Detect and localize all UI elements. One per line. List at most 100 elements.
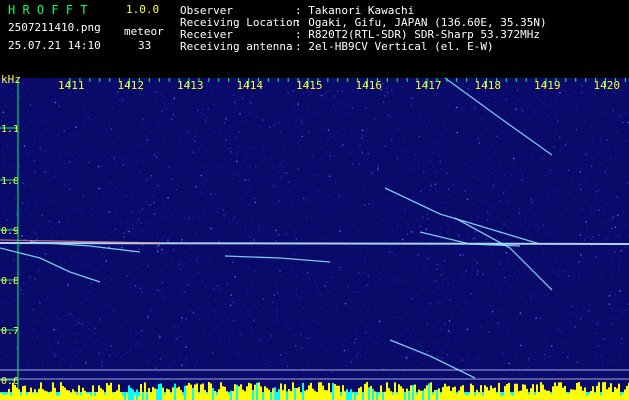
level-bar <box>10 395 12 400</box>
level-bar <box>274 387 276 400</box>
level-bar <box>176 387 178 400</box>
level-bar <box>106 383 108 400</box>
level-bar <box>366 382 368 400</box>
level-bar <box>556 385 558 400</box>
level-bar <box>76 394 78 400</box>
level-bar <box>470 383 472 400</box>
level-bar <box>248 382 250 400</box>
level-bar <box>328 382 330 400</box>
level-bar <box>158 383 160 400</box>
level-bar <box>572 389 574 400</box>
level-bar <box>170 393 172 400</box>
level-bar <box>122 395 124 400</box>
level-bar <box>402 388 404 400</box>
date-time: 25.07.21 14:10 <box>8 39 101 52</box>
level-bar <box>224 386 226 400</box>
level-bar <box>412 385 414 400</box>
level-bar <box>378 394 380 400</box>
level-bar <box>270 394 272 400</box>
level-bar <box>88 393 90 400</box>
level-bar <box>562 387 564 400</box>
info-value-antenna: : 2el-HB9CV Vertical (el. E-W) <box>295 40 494 53</box>
level-bar <box>524 384 526 400</box>
x-tick-label: 1416 <box>356 79 383 92</box>
info-label-antenna: Receiving antenna <box>180 40 293 53</box>
level-bar <box>546 390 548 400</box>
level-bar <box>384 391 386 400</box>
level-bar <box>416 394 418 400</box>
level-bar <box>522 384 524 400</box>
level-bar <box>156 389 158 400</box>
level-bar <box>488 390 490 400</box>
level-bar <box>320 382 322 400</box>
level-bar <box>442 387 444 400</box>
level-bar <box>600 395 602 400</box>
level-bar <box>12 382 14 400</box>
level-bar <box>238 386 240 400</box>
level-bar <box>352 392 354 400</box>
level-bar <box>394 382 396 400</box>
level-bar <box>554 382 556 400</box>
level-bar <box>438 388 440 400</box>
x-tick-label: 1419 <box>534 79 561 92</box>
level-bar <box>604 382 606 400</box>
level-bar <box>4 395 6 400</box>
level-bar <box>240 384 242 400</box>
level-bar <box>20 395 22 400</box>
level-bar <box>120 392 122 400</box>
level-bar <box>218 389 220 400</box>
level-bar <box>252 389 254 400</box>
level-bar <box>154 388 156 400</box>
level-bar <box>144 382 146 400</box>
level-bar <box>570 389 572 400</box>
level-bar <box>138 395 140 400</box>
level-bar <box>244 391 246 400</box>
level-bar <box>510 394 512 400</box>
level-bar <box>530 388 532 400</box>
level-bar <box>308 385 310 400</box>
level-bar <box>104 394 106 400</box>
level-bar <box>256 382 258 400</box>
level-bar <box>538 392 540 400</box>
level-bar <box>494 387 496 400</box>
level-bar <box>542 384 544 400</box>
level-bar <box>22 386 24 400</box>
level-bar <box>490 385 492 400</box>
level-bar <box>480 385 482 400</box>
level-bar <box>380 385 382 400</box>
level-bar <box>212 388 214 400</box>
level-bar <box>64 387 66 400</box>
level-bar <box>544 389 546 400</box>
level-bar <box>368 387 370 400</box>
level-bar <box>146 392 148 400</box>
level-bar <box>50 391 52 400</box>
level-bar <box>34 389 36 400</box>
level-bar <box>84 390 86 400</box>
level-bar <box>214 391 216 400</box>
level-bar <box>484 385 486 400</box>
level-bar <box>390 391 392 400</box>
level-bar <box>6 394 8 400</box>
level-bar <box>534 394 536 400</box>
level-bar <box>226 391 228 400</box>
level-bar <box>586 395 588 400</box>
level-bar <box>334 384 336 400</box>
level-bar <box>564 385 566 400</box>
level-bar <box>46 391 48 400</box>
level-bar <box>526 388 528 400</box>
level-bar <box>52 382 54 400</box>
level-bar <box>152 387 154 400</box>
level-bar <box>372 388 374 400</box>
level-bar <box>188 382 190 400</box>
level-bar <box>476 389 478 400</box>
level-bar <box>330 393 332 400</box>
level-bar <box>400 386 402 400</box>
level-bar <box>598 382 600 400</box>
level-bar <box>100 388 102 400</box>
level-bar <box>268 389 270 400</box>
carrier-line <box>0 242 629 245</box>
level-bar <box>130 388 132 400</box>
level-bar <box>180 390 182 400</box>
level-bar <box>174 383 176 400</box>
level-bar <box>128 385 130 400</box>
